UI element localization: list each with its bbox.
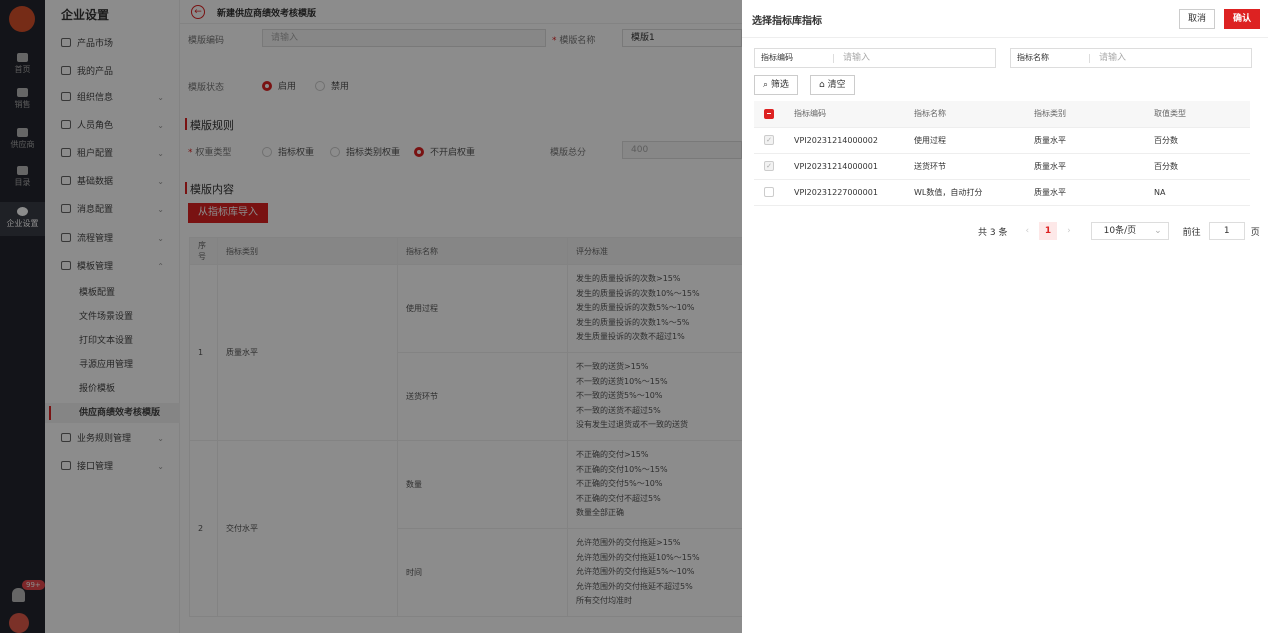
goto-page-input[interactable]: 1	[1208, 222, 1245, 240]
value-type: NA	[1144, 179, 1250, 206]
indicator-category: 质量水平	[1024, 153, 1144, 180]
indicator-name-input[interactable]: 请输入	[1099, 49, 1126, 67]
row-checkbox[interactable]: ✓	[764, 135, 774, 145]
page-1[interactable]: 1	[1039, 222, 1058, 240]
value-type: 百分数	[1144, 127, 1250, 154]
table-header: 指标名称	[904, 101, 1024, 128]
indicator-name: 送货环节	[904, 153, 1024, 180]
indicator-code-input[interactable]: 请输入	[843, 49, 870, 67]
pagination: 共 3 条 ‹ 1 › 10条/页 ⌄ 前往 1 页	[978, 222, 1260, 240]
indicator-category: 质量水平	[1024, 179, 1144, 206]
value-type: 百分数	[1144, 153, 1250, 180]
indicator-category: 质量水平	[1024, 127, 1144, 154]
table-row[interactable]: ✓ VPI20231214000001 送货环节 质量水平 百分数	[754, 153, 1250, 180]
indicator-code: VPI20231214000001	[784, 153, 904, 180]
table-header: 指标编码	[784, 101, 904, 128]
table-header: 指标类别	[1024, 101, 1144, 128]
select-all-checkbox[interactable]	[764, 108, 774, 119]
next-page-icon[interactable]: ›	[1067, 226, 1071, 236]
broom-icon: ⌂	[819, 80, 828, 90]
indicator-code: VPI20231227000001	[784, 179, 904, 206]
clear-button[interactable]: ⌂ 清空	[810, 75, 855, 95]
table-row[interactable]: VPI20231227000001 WL数值，自动打分 质量水平 NA	[754, 179, 1250, 206]
select-indicator-drawer: 选择指标库指标 取消 确认 指标编码 请输入 指标名称 请输入 ⌕ 筛选 ⌂ 清…	[742, 0, 1268, 633]
prev-page-icon[interactable]: ‹	[1025, 226, 1029, 236]
indicator-code-filter[interactable]: 指标编码 请输入	[754, 48, 996, 68]
indicator-name-filter[interactable]: 指标名称 请输入	[1010, 48, 1252, 68]
indicator-name: WL数值，自动打分	[904, 179, 1024, 206]
table-header: 取值类型	[1144, 101, 1250, 128]
goto-label: 前往	[1182, 227, 1201, 238]
drawer-title: 选择指标库指标	[752, 16, 822, 27]
cancel-button[interactable]: 取消	[1179, 9, 1216, 29]
filter-button[interactable]: ⌕ 筛选	[754, 75, 798, 95]
indicator-code: VPI20231214000002	[784, 127, 904, 154]
total-count: 共 3 条	[978, 227, 1008, 238]
divider	[742, 37, 1268, 38]
table-row[interactable]: ✓ VPI20231214000002 使用过程 质量水平 百分数	[754, 127, 1250, 154]
indicator-table: 指标编码 指标名称 指标类别 取值类型 ✓ VPI20231214000002 …	[754, 101, 1250, 206]
row-checkbox[interactable]	[764, 187, 774, 197]
page-unit-label: 页	[1250, 227, 1260, 238]
modal-overlay[interactable]	[0, 0, 742, 633]
indicator-name: 使用过程	[904, 127, 1024, 154]
row-checkbox[interactable]: ✓	[764, 161, 774, 171]
chevron-down-icon: ⌄	[1154, 226, 1162, 236]
search-icon: ⌕	[763, 80, 771, 90]
confirm-button[interactable]: 确认	[1224, 9, 1261, 29]
page-size-select[interactable]: 10条/页 ⌄	[1090, 222, 1169, 240]
